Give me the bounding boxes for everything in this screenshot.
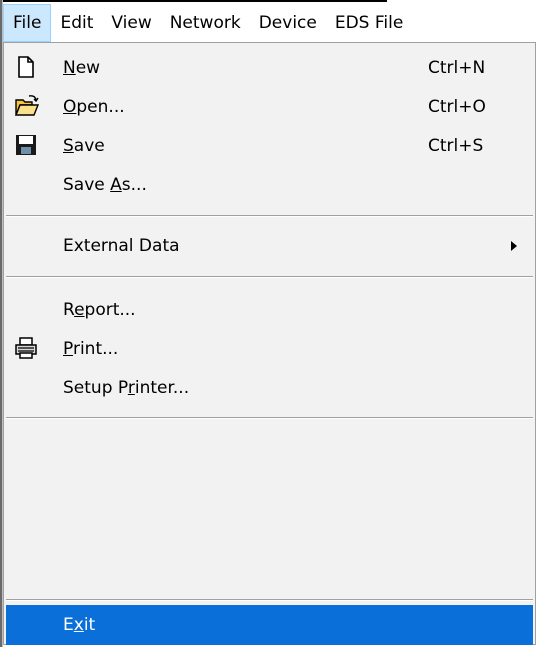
- menu-eds-file[interactable]: EDS File: [326, 4, 412, 42]
- shortcut-text: Ctrl+O: [428, 96, 486, 117]
- menu-item-label: New: [63, 57, 101, 78]
- menu-item-label: Exit: [63, 615, 96, 635]
- submenu-arrow-icon: [511, 241, 517, 251]
- window-edge-top: [2, 0, 387, 2]
- menu-device[interactable]: Device: [250, 4, 326, 42]
- menu-separator: [6, 276, 533, 278]
- menu-edit[interactable]: Edit: [51, 4, 102, 42]
- menu-view[interactable]: View: [102, 4, 160, 42]
- menu-item-setup-printer[interactable]: Setup Printer...: [6, 368, 533, 407]
- shortcut-text: Ctrl+S: [428, 135, 484, 156]
- menu-item-external-data[interactable]: External Data: [6, 226, 533, 265]
- menu-item-label: Open...: [63, 96, 125, 117]
- menu-item-report[interactable]: Report...: [6, 290, 533, 329]
- menu-item-save[interactable]: Save Ctrl+S: [6, 126, 533, 165]
- menu-file[interactable]: File: [3, 4, 52, 42]
- menu-item-label: Print...: [63, 338, 119, 359]
- menu-separator: [6, 417, 533, 419]
- menu-item-label: Save As...: [63, 174, 147, 195]
- menu-item-label: Report...: [63, 299, 136, 320]
- new-document-icon: [14, 55, 38, 79]
- menu-separator: [6, 599, 533, 601]
- shortcut-text: Ctrl+N: [428, 57, 486, 78]
- menu-item-save-as[interactable]: Save As...: [6, 165, 533, 204]
- open-folder-icon: [14, 94, 40, 118]
- file-menu-dropdown: New Ctrl+N Open... Ctrl+O Save Ctrl+S Sa…: [3, 42, 536, 645]
- menu-item-open[interactable]: Open... Ctrl+O: [6, 87, 533, 126]
- menu-network[interactable]: Network: [161, 4, 250, 42]
- printer-icon: [14, 336, 38, 360]
- menu-separator: [6, 215, 533, 217]
- menu-bar: File Edit View Network Device EDS File: [3, 4, 540, 42]
- menu-item-label: External Data: [63, 235, 180, 256]
- menu-item-exit[interactable]: Exit: [6, 605, 533, 645]
- floppy-disk-icon: [14, 133, 38, 157]
- menu-item-label: Setup Printer...: [63, 377, 190, 398]
- menu-item-print[interactable]: Print...: [6, 329, 533, 368]
- menu-item-label: Save: [63, 135, 105, 156]
- menu-item-new[interactable]: New Ctrl+N: [6, 48, 533, 87]
